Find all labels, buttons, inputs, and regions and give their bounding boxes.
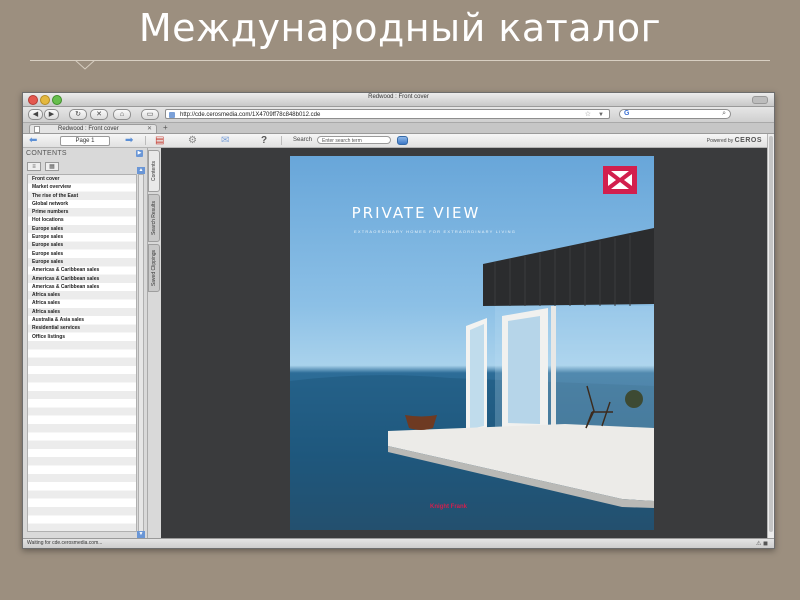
tab-title: Redwood : Front cover — [58, 126, 119, 132]
address-bar[interactable]: http://cde.cerosmedia.com/1X4709ff78c848… — [165, 109, 610, 119]
reload-button[interactable]: ↻ — [69, 109, 87, 120]
cover-brand: Knight Frank — [430, 504, 467, 510]
tab-strip: Redwood : Front cover ✕ + — [23, 123, 774, 134]
toc-item[interactable]: Americas & Caribbean sales — [28, 266, 136, 274]
search-icon[interactable]: ⌕ — [722, 110, 726, 118]
site-favicon-icon — [169, 112, 175, 118]
tab-saved-clippings-label: Saved Clippings — [151, 249, 157, 287]
status-bar: Waiting for cde.cerosmedia.com... ⚠ ◼ — [23, 538, 774, 548]
browser-tab[interactable]: Redwood : Front cover ✕ — [29, 124, 157, 133]
email-icon[interactable]: ✉ — [221, 135, 229, 146]
reader-toolbar: ⬅ Page 1 ➡ ▤ ⚙ ✉ ? Search Enter search t… — [23, 134, 768, 148]
settings-gear-icon[interactable]: ⚙ — [188, 135, 197, 146]
status-icons: ⚠ ◼ — [755, 541, 768, 547]
bookmark-star-icon[interactable]: ☆ — [585, 110, 591, 120]
forward-button[interactable]: ▶ — [44, 109, 59, 120]
pdf-icon[interactable]: ▤ — [155, 135, 164, 146]
toc-item[interactable]: Global network — [28, 200, 136, 208]
title-bar: Redwood : Front cover — [23, 93, 774, 107]
thumbnail-view-button[interactable]: ▦ — [45, 162, 59, 171]
search-input[interactable]: Enter search term — [317, 136, 391, 144]
tab-contents[interactable]: Contents — [148, 150, 160, 192]
toc-item[interactable]: Americas & Caribbean sales — [28, 283, 136, 291]
tab-search-results[interactable]: Search Results — [148, 194, 160, 242]
slide-title: Международный каталог — [138, 6, 662, 50]
help-icon[interactable]: ? — [261, 135, 267, 146]
tab-contents-label: Contents — [151, 160, 157, 182]
collapse-sidebar-icon[interactable]: ▶ — [136, 150, 143, 157]
cover-subtitle: EXTRAORDINARY HOMES FOR EXTRAORDINARY LI… — [353, 229, 517, 234]
close-tab-icon[interactable]: ✕ — [147, 125, 152, 134]
toc-item[interactable]: Office listings — [28, 333, 136, 341]
toc-item[interactable]: Residential services — [28, 324, 136, 332]
tab-saved-clippings[interactable]: Saved Clippings — [148, 244, 160, 292]
previous-page-icon[interactable]: ⬅ — [29, 135, 37, 146]
table-of-contents: Front cover Market overview The rise of th… — [27, 174, 137, 532]
toc-item[interactable]: Europe sales — [28, 241, 136, 249]
toolbar-separator — [281, 136, 282, 145]
google-icon: G — [624, 110, 630, 117]
scroll-up-icon[interactable]: ▲ — [137, 167, 145, 174]
toc-item[interactable]: Africa sales — [28, 299, 136, 307]
toc-item[interactable]: Market overview — [28, 183, 136, 191]
toc-item[interactable]: Africa sales — [28, 308, 136, 316]
window-title: Redwood : Front cover — [368, 94, 429, 100]
history-dropdown-icon[interactable]: ▼ — [598, 110, 604, 120]
contents-scrollbar[interactable] — [138, 174, 144, 532]
toc-item[interactable]: The rise of the East — [28, 192, 136, 200]
powered-by: Powered by CEROS — [707, 137, 762, 144]
cover-title: PRIVATE VIEW — [351, 204, 481, 222]
toc-item[interactable]: Australia & Asia sales — [28, 316, 136, 324]
stop-button[interactable]: ✕ — [90, 109, 108, 120]
status-text: Waiting for cde.cerosmedia.com... — [27, 540, 103, 546]
search-go-button[interactable] — [397, 136, 408, 145]
toc-item[interactable]: Europe sales — [28, 225, 136, 233]
toc-item[interactable]: Africa sales — [28, 291, 136, 299]
divider-notch — [75, 60, 95, 70]
contents-sidebar: CONTENTS ▶ ≡ ▦ Front cover Market overvie… — [23, 148, 148, 538]
toolbar-toggle-button[interactable] — [752, 96, 768, 104]
toolbar-separator — [145, 136, 146, 145]
page-field[interactable]: Page 1 — [60, 136, 110, 146]
brand-logo — [603, 166, 637, 194]
powered-by-label: Powered by — [706, 138, 734, 144]
new-tab-icon[interactable]: + — [163, 124, 168, 132]
toc-item[interactable]: Prime numbers — [28, 208, 136, 216]
front-cover-page[interactable]: PRIVATE VIEW EXTRAORDINARY HOMES FOR EXT… — [290, 156, 654, 530]
vertical-tabs: Contents Search Results Saved Clippings — [148, 148, 160, 348]
scrollbar-thumb[interactable] — [769, 136, 773, 532]
page-icon — [34, 126, 40, 133]
toc-item[interactable]: Europe sales — [28, 258, 136, 266]
url-text: http://cde.cerosmedia.com/1X4709ff78c848… — [180, 112, 321, 118]
toc-item[interactable]: Front cover — [28, 175, 136, 183]
next-page-icon[interactable]: ➡ — [125, 135, 133, 146]
search-label: Search — [293, 137, 313, 143]
browser-search-field[interactable]: G ⌕ — [619, 109, 731, 119]
ceros-logo: CEROS — [734, 137, 762, 144]
toc-item[interactable]: Americas & Caribbean sales — [28, 275, 136, 283]
tab-search-results-label: Search Results — [151, 201, 157, 235]
browser-window: Redwood : Front cover ◀ ▶ ↻ ✕ ⌂ ▭ http:/… — [22, 92, 775, 549]
toc-item[interactable]: Hot locations — [28, 216, 136, 224]
toc-item[interactable]: Europe sales — [28, 233, 136, 241]
home-button[interactable]: ⌂ — [113, 109, 131, 120]
title-divider — [30, 60, 770, 61]
sidebar-toggle-button[interactable]: ▭ — [141, 109, 159, 120]
list-view-button[interactable]: ≡ — [27, 162, 41, 171]
contents-heading: CONTENTS — [26, 150, 67, 157]
document-viewer: PRIVATE VIEW EXTRAORDINARY HOMES FOR EXT… — [161, 148, 768, 538]
toc-item[interactable]: Europe sales — [28, 250, 136, 258]
back-button[interactable]: ◀ — [28, 109, 43, 120]
navigation-bar: ◀ ▶ ↻ ✕ ⌂ ▭ http://cde.cerosmedia.com/1X… — [23, 107, 774, 123]
scroll-down-icon[interactable]: ▼ — [137, 531, 145, 538]
page-scrollbar[interactable] — [767, 134, 774, 538]
